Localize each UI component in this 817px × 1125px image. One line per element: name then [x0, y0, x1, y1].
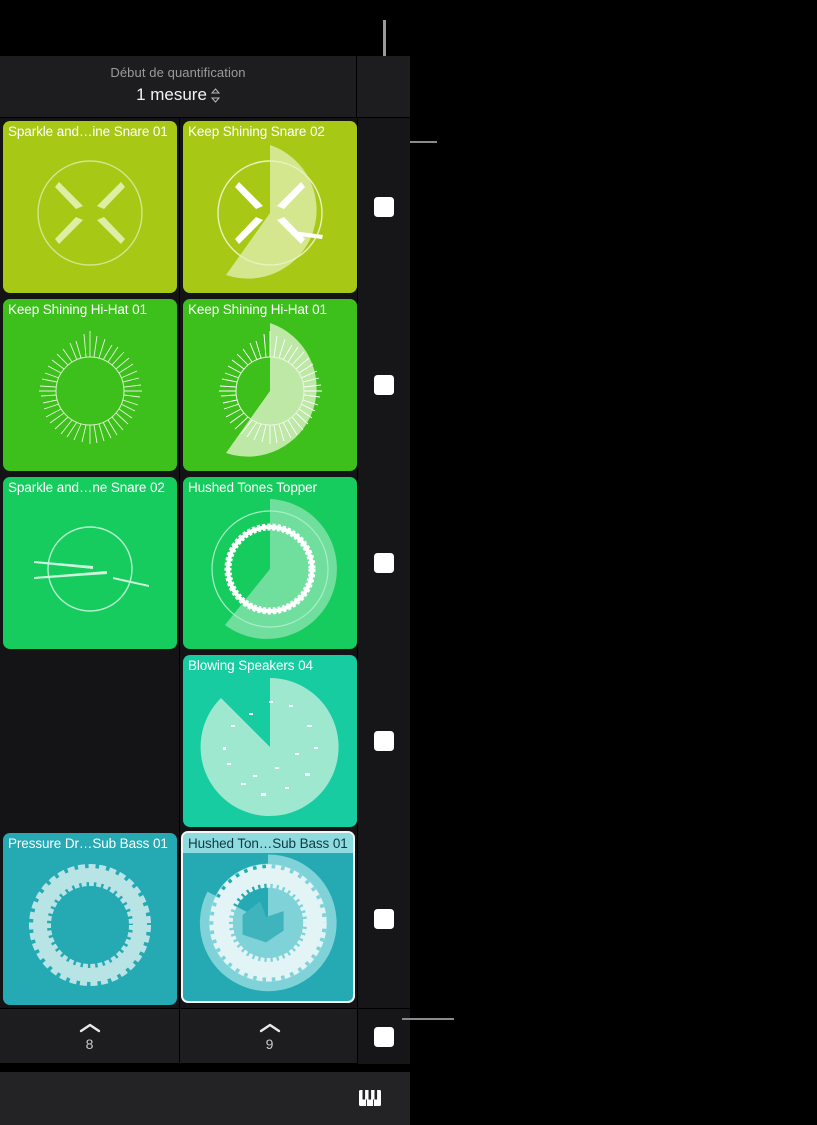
grid-cell-slot[interactable]: Blowing Speakers 04 [180, 652, 357, 830]
loop-cell-title: Pressure Dr…Sub Bass 01 [8, 836, 168, 851]
loop-cell-title: Blowing Speakers 04 [188, 658, 313, 673]
loop-cell[interactable]: Pressure Dr…Sub Bass 01 [3, 833, 177, 1005]
column-number: 9 [265, 1035, 274, 1052]
grid-cell-slot[interactable] [0, 652, 179, 830]
scene-column-control[interactable]: 8 [0, 1009, 179, 1064]
grid-footer-row: 8 9 [0, 1008, 454, 1064]
stop-button[interactable] [374, 197, 394, 217]
footer-stop-slot[interactable] [358, 1009, 454, 1064]
cell-waveform-art [29, 864, 151, 986]
grid-header-bar: Début de quantification 1 mesure [0, 56, 437, 154]
loop-cell[interactable]: Keep Shining Snare 02 [183, 121, 357, 293]
loop-cell-title: Hushed Ton…Sub Bass 01 [183, 833, 353, 853]
grid-row: Keep Shining Hi-Hat 01 Keep Shining Hi-H… [0, 296, 410, 474]
row-stop-slot[interactable] [358, 652, 410, 830]
playhead-marker-line [383, 20, 386, 56]
row-stop-slot[interactable] [358, 474, 410, 652]
loop-cell-title: Keep Shining Snare 02 [188, 124, 325, 139]
stop-all-button[interactable] [374, 1026, 394, 1047]
grid-cell-slot[interactable]: Keep Shining Hi-Hat 01 [180, 296, 357, 474]
quantization-label: Début de quantification [110, 65, 246, 80]
grid-cell-slot[interactable]: Pressure Dr…Sub Bass 01 [0, 830, 179, 1008]
loop-cell-title: Sparkle and…ine Snare 01 [8, 124, 168, 139]
grid-row: Sparkle and…ine Snare 01 Keep Shining Sn… [0, 118, 410, 296]
loop-cell-title: Sparkle and…ne Snare 02 [8, 480, 165, 495]
stop-button[interactable] [374, 909, 394, 929]
cell-waveform-art [39, 331, 142, 444]
cell-waveform-art [199, 854, 337, 992]
grid-cell-slot[interactable]: Hushed Tones Topper [180, 474, 357, 652]
cell-waveform-art [217, 145, 323, 279]
loop-cell[interactable]: Blowing Speakers 04 [183, 655, 357, 827]
stop-button[interactable] [374, 731, 394, 751]
column-number: 8 [85, 1035, 94, 1052]
cells-grid: Sparkle and…ine Snare 01 Keep Shining Sn… [0, 118, 410, 1008]
row-stop-slot[interactable] [358, 118, 410, 296]
cell-waveform-art [37, 160, 143, 266]
grid-cell-slot[interactable]: Hushed Ton…Sub Bass 01 [180, 830, 357, 1008]
stepper-updown-icon[interactable] [210, 88, 220, 103]
loop-cell-title: Keep Shining Hi-Hat 01 [188, 302, 327, 317]
grid-cell-slot[interactable]: Keep Shining Snare 02 [180, 118, 357, 296]
grid-cell-slot[interactable]: Sparkle and…ne Snare 02 [0, 474, 179, 652]
stop-button[interactable] [374, 375, 394, 395]
grid-cell-slot[interactable]: Keep Shining Hi-Hat 01 [0, 296, 179, 474]
scene-column-control[interactable]: 9 [180, 1009, 359, 1064]
loop-cell-title: Hushed Tones Topper [188, 480, 317, 495]
grid-row: Pressure Dr…Sub Bass 01 Hushed Ton…Sub B… [0, 830, 410, 1008]
cell-waveform-art [200, 678, 339, 816]
quantization-control[interactable]: Début de quantification 1 mesure [0, 64, 356, 105]
quantization-value: 1 mesure [136, 85, 207, 104]
quantization-value-row[interactable]: 1 mesure [136, 84, 220, 105]
grid-row: Sparkle and…ne Snare 02 Hushed Tones Top… [0, 474, 410, 652]
piano-keyboard-icon[interactable] [356, 1084, 384, 1112]
loop-cell-title: Keep Shining Hi-Hat 01 [8, 302, 147, 317]
chevron-up-icon[interactable] [78, 1022, 102, 1034]
header-column-divider [356, 56, 357, 118]
footer-connector-rule [402, 1018, 454, 1020]
loop-cell[interactable]: Sparkle and…ine Snare 01 [3, 121, 177, 293]
bottom-toolbar [0, 1072, 410, 1125]
grid-row: Blowing Speakers 04 [0, 652, 410, 830]
cell-waveform-art [219, 323, 322, 457]
loop-cell[interactable]: Hushed Ton…Sub Bass 01 [181, 831, 355, 1003]
loop-cell[interactable]: Hushed Tones Topper [183, 477, 357, 649]
cell-waveform-art [34, 526, 149, 612]
row-stop-slot[interactable] [358, 296, 410, 474]
chevron-up-icon[interactable] [258, 1022, 282, 1034]
live-loops-grid-window: Début de quantification 1 mesure Sparkle… [0, 0, 817, 1125]
cell-waveform-art [211, 499, 337, 639]
grid-cell-slot[interactable]: Sparkle and…ine Snare 01 [0, 118, 179, 296]
loop-cell[interactable]: Sparkle and…ne Snare 02 [3, 477, 177, 649]
loop-cell[interactable]: Keep Shining Hi-Hat 01 [183, 299, 357, 471]
stop-button[interactable] [374, 553, 394, 573]
loop-cell[interactable]: Keep Shining Hi-Hat 01 [3, 299, 177, 471]
row-stop-slot[interactable] [358, 830, 410, 1008]
